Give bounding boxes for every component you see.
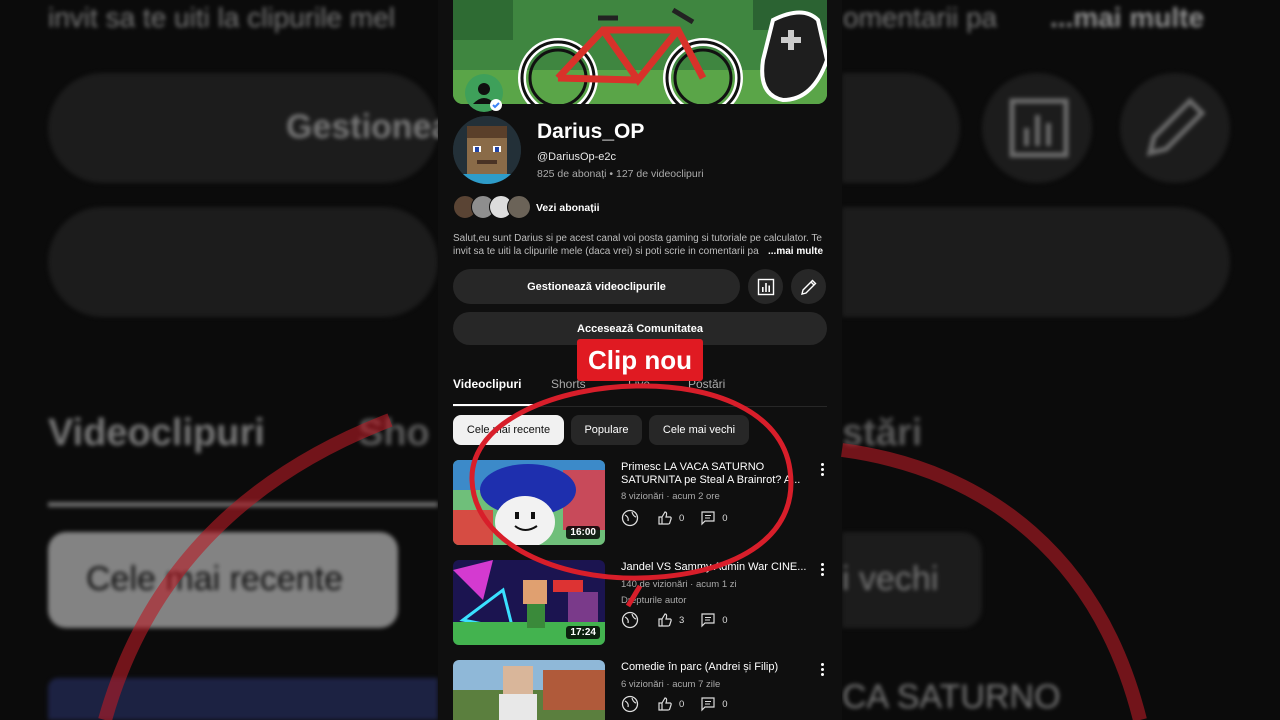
chip-oldest[interactable]: Cele mai vechi	[649, 415, 749, 445]
video-item[interactable]: 17:24 Jandel VS Sammy Admin War CINE... …	[453, 560, 827, 646]
like-icon[interactable]	[657, 696, 673, 712]
video-duration: 17:24	[566, 626, 600, 639]
bg-tab-videos: Videoclipuri	[48, 412, 265, 454]
bg-manage-pill-right	[842, 73, 960, 183]
tab-divider	[453, 406, 827, 407]
video-title[interactable]: Primesc LA VACA SATURNO SATURNITA pe Ste…	[621, 461, 817, 487]
pencil-icon	[800, 279, 816, 295]
video-thumbnail[interactable]: 16:00	[453, 460, 605, 545]
channel-stats: 825 de abonați • 127 de videoclipuri	[537, 168, 704, 180]
chip-popular[interactable]: Populare	[571, 415, 642, 445]
bg-tab-shorts: Sho	[358, 412, 430, 454]
subscriber-avatar	[507, 195, 531, 219]
bg-description-right: omentarii pa	[843, 2, 998, 33]
globe-icon[interactable]	[621, 509, 639, 527]
edit-channel-button[interactable]	[791, 269, 826, 304]
video-thumbnail[interactable]	[453, 660, 605, 720]
bg-thumbnail	[48, 678, 438, 720]
channel-avatar[interactable]	[453, 116, 521, 184]
like-icon[interactable]	[657, 510, 673, 526]
more-options-icon[interactable]	[817, 562, 827, 578]
video-actions: 0 0	[621, 509, 728, 527]
new-clip-label: Clip nou	[577, 339, 703, 381]
channel-handle: @DariusOp-e2c	[537, 151, 617, 163]
bg-manage-text: Gestionea	[286, 108, 451, 146]
comment-icon[interactable]	[700, 510, 716, 526]
video-thumbnail[interactable]: 17:24	[453, 560, 605, 645]
globe-icon[interactable]	[621, 695, 639, 713]
video-actions: 0 0	[621, 695, 728, 713]
bg-more: ...mai multe	[1050, 2, 1205, 33]
comment-icon[interactable]	[700, 612, 716, 628]
bg-chip-recent-text: Cele mai recente	[86, 560, 344, 598]
like-count: 3	[679, 614, 685, 626]
more-options-icon[interactable]	[817, 462, 827, 478]
chip-recent[interactable]: Cele mai recente	[453, 415, 564, 445]
comment-count: 0	[722, 512, 728, 524]
video-meta: 6 vizionări · acum 7 zile	[621, 679, 721, 690]
bg-description-left: invit sa te uiti la clipurile mel	[48, 2, 396, 33]
account-avatar-icon[interactable]	[465, 74, 503, 112]
comment-count: 0	[722, 614, 728, 626]
bg-community-pill	[48, 207, 438, 317]
manage-videos-button[interactable]: Gestionează videoclipurile	[453, 269, 740, 304]
more-options-icon[interactable]	[817, 662, 827, 678]
bg-analytics-circle	[982, 73, 1092, 183]
bar-chart-icon	[757, 278, 774, 295]
comment-count: 0	[722, 698, 728, 710]
video-title[interactable]: Comedie în parc (Andrei și Filip)	[621, 661, 817, 674]
comment-icon[interactable]	[700, 696, 716, 712]
bg-tab-underline	[48, 502, 438, 507]
video-item[interactable]: 16:00 Primesc LA VACA SATURNO SATURNITA …	[453, 460, 827, 546]
bg-tab-posts: stări	[842, 412, 923, 454]
bg-chip-oldest-text: i vechi	[842, 560, 939, 598]
video-title[interactable]: Jandel VS Sammy Admin War CINE...	[621, 561, 817, 574]
channel-banner	[453, 0, 827, 104]
like-icon[interactable]	[657, 612, 673, 628]
analytics-button[interactable]	[748, 269, 783, 304]
copyright-notice[interactable]: Drepturile autor	[621, 595, 686, 606]
like-count: 0	[679, 512, 685, 524]
bg-video-title: CA SATURNO	[842, 678, 1061, 716]
video-duration: 16:00	[566, 526, 600, 539]
video-meta: 140 de vizionări · acum 1 zi	[621, 579, 737, 590]
more-link[interactable]: ...mai multe	[763, 246, 823, 257]
view-subscribers-link[interactable]: Vezi abonații	[536, 202, 600, 214]
video-item[interactable]: Comedie în parc (Andrei și Filip) 6 vizi…	[453, 660, 827, 720]
bg-edit-circle	[1120, 73, 1230, 183]
globe-icon[interactable]	[621, 611, 639, 629]
banner-art	[453, 0, 827, 104]
video-meta: 8 vizionări · acum 2 ore	[621, 491, 720, 502]
video-actions: 3 0	[621, 611, 728, 629]
tab-videos[interactable]: Videoclipuri	[453, 377, 521, 391]
bg-community-pill-right	[842, 207, 1230, 317]
like-count: 0	[679, 698, 685, 710]
channel-name: Darius_OP	[537, 120, 645, 143]
